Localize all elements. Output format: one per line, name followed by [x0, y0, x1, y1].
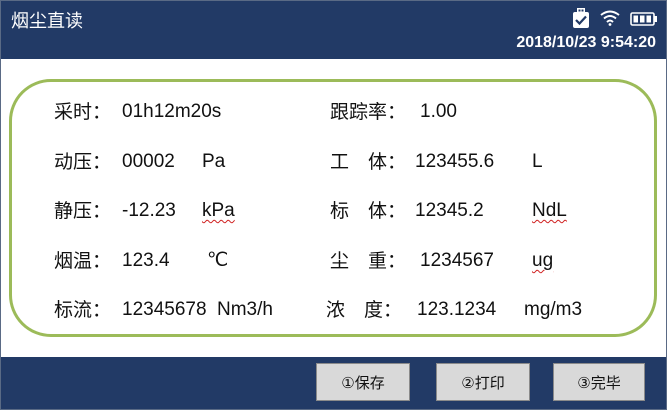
- tracking-rate-label: 跟踪率：: [330, 101, 407, 123]
- working-volume-label: 工 体：: [330, 151, 407, 173]
- measurement-panel: 采时： 01h12m20s 跟踪率： 1.00 动压： 00002 Pa 工 体…: [9, 79, 657, 337]
- title-bar: 烟尘直读 2018/10/23 9:54:20: [1, 1, 666, 59]
- dynamic-pressure-label: 动压：: [54, 151, 112, 173]
- finish-button[interactable]: ③完毕: [553, 363, 645, 401]
- print-button[interactable]: ②打印: [436, 363, 530, 401]
- app-title: 烟尘直读: [11, 11, 83, 32]
- working-volume-unit: L: [532, 151, 543, 172]
- sampling-time-label: 采时：: [54, 101, 112, 123]
- concentration-value: 123.1234: [417, 299, 497, 320]
- row-temperature: 烟温： 123.4 ℃ 尘 重： 1234567 ug: [12, 246, 654, 276]
- datetime-display: 2018/10/23 9:54:20: [516, 34, 656, 51]
- flue-temp-value: 123.4: [122, 250, 170, 271]
- flue-temp-label: 烟温：: [54, 250, 112, 272]
- standard-flow-label: 标流：: [54, 299, 112, 321]
- standard-volume-label: 标 体：: [330, 200, 407, 222]
- content-area: 采时： 01h12m20s 跟踪率： 1.00 动压： 00002 Pa 工 体…: [1, 59, 666, 357]
- row-pressure-dynamic: 动压： 00002 Pa 工 体： 123455.6 L: [12, 147, 654, 177]
- sampling-time-value: 01h12m20s: [122, 101, 222, 122]
- standard-volume-value: 12345.2: [415, 200, 484, 221]
- dust-weight-label: 尘 重：: [330, 250, 407, 272]
- static-pressure-value: -12.23: [122, 200, 176, 221]
- static-pressure-label: 静压：: [54, 200, 112, 222]
- wifi-icon: [600, 10, 620, 30]
- status-icons: [572, 8, 658, 32]
- battery-icon: [630, 11, 658, 30]
- row-pressure-static: 静压： -12.23 kPa 标 体： 12345.2 NdL: [12, 196, 654, 226]
- dynamic-pressure-value: 00002: [122, 151, 175, 172]
- dynamic-pressure-unit: Pa: [202, 151, 226, 172]
- dust-weight-unit: ug: [532, 250, 554, 271]
- static-pressure-unit: kPa: [202, 200, 235, 221]
- standard-flow-value: 12345678: [122, 299, 207, 320]
- usb-icon: [572, 7, 590, 33]
- standard-flow-unit: Nm3/h: [217, 299, 273, 320]
- save-button[interactable]: ①保存: [316, 363, 410, 401]
- concentration-unit: mg/m3: [524, 299, 583, 320]
- flue-temp-unit: ℃: [207, 250, 229, 271]
- dust-weight-value: 1234567: [420, 250, 494, 271]
- row-flow: 标流： 12345678 Nm3/h 浓 度： 123.1234 mg/m3: [12, 295, 654, 325]
- tracking-rate-value: 1.00: [420, 101, 457, 122]
- working-volume-value: 123455.6: [415, 151, 495, 172]
- concentration-label: 浓 度：: [326, 299, 403, 321]
- standard-volume-unit: NdL: [532, 200, 567, 221]
- button-bar: ①保存 ②打印 ③完毕: [1, 357, 666, 409]
- row-time: 采时： 01h12m20s 跟踪率： 1.00: [12, 97, 654, 127]
